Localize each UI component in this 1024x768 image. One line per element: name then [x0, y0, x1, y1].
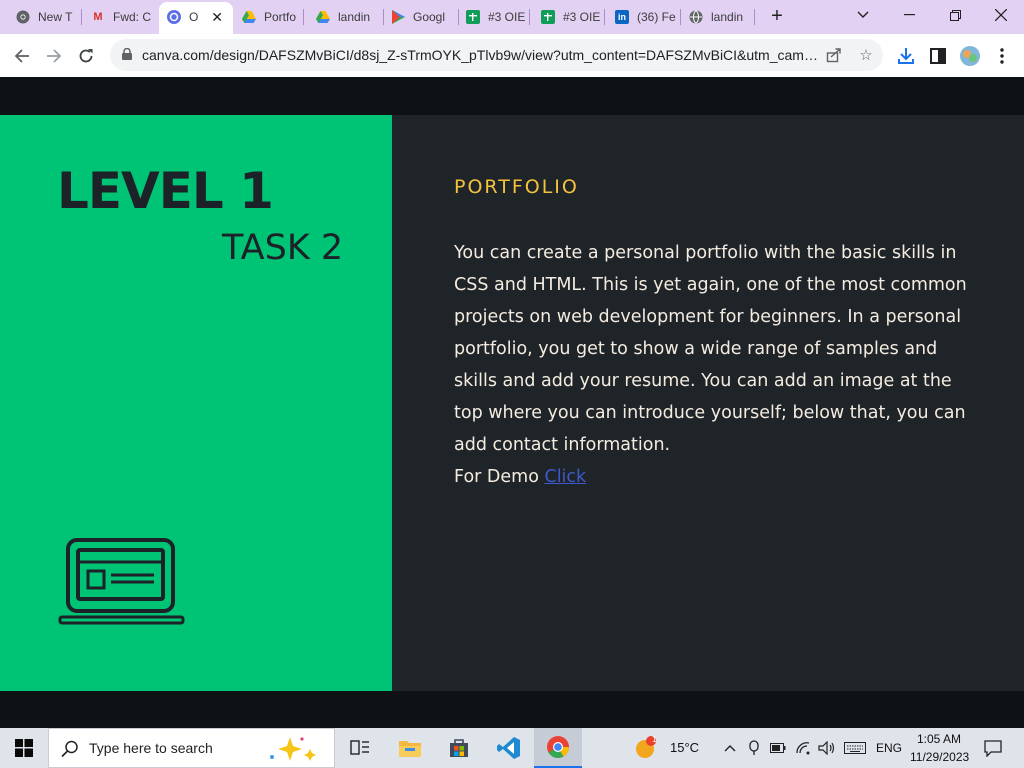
weather-icon[interactable]: [626, 728, 666, 768]
tab-label: landin: [711, 10, 744, 24]
menu-kebab-icon[interactable]: [990, 44, 1014, 68]
browser-toolbar: canva.com/design/DAFSZMvBiCI/d8sj_Z-sTrm…: [0, 34, 1024, 78]
demo-click-link[interactable]: Click: [544, 467, 586, 487]
lock-icon: [122, 48, 132, 60]
notifications-icon[interactable]: [978, 728, 1008, 768]
microsoft-store-icon[interactable]: [435, 728, 483, 768]
file-explorer-icon[interactable]: [386, 728, 434, 768]
section-title: PORTFOLIO: [454, 176, 579, 198]
address-bar[interactable]: canva.com/design/DAFSZMvBiCI/d8sj_Z-sTrm…: [110, 39, 883, 71]
linkedin-icon: in: [615, 10, 629, 24]
canva-icon: [167, 10, 181, 24]
tab-canva-active[interactable]: O ✕: [167, 6, 229, 28]
forward-button[interactable]: [41, 43, 67, 69]
search-highlight-icon: [270, 737, 316, 761]
show-hidden-icons-chevron[interactable]: [720, 728, 740, 768]
page-bottom-band: [0, 691, 1024, 728]
gmail-icon: M: [93, 11, 103, 23]
tab-label: Fwd: C: [113, 10, 152, 24]
demo-prefix: For Demo: [454, 467, 545, 487]
chrome-icon: [16, 10, 30, 24]
google-drive-icon: [316, 10, 330, 24]
tab-label: Googl: [413, 10, 446, 24]
tab-search-icon[interactable]: [840, 0, 886, 30]
tab-label: Portfo: [264, 10, 297, 24]
restore-button[interactable]: [932, 0, 978, 30]
tab-label: New T: [38, 10, 73, 24]
google-sheets-icon: [541, 10, 555, 24]
tab-gmail[interactable]: M Fwd: C: [91, 6, 155, 28]
back-button[interactable]: [9, 43, 35, 69]
clock-date[interactable]: 11/29/2023: [910, 750, 969, 764]
vscode-icon[interactable]: [485, 728, 533, 768]
wifi-icon[interactable]: [793, 728, 813, 768]
tab-label: (36) Fe: [637, 10, 676, 24]
tab-linkedin[interactable]: in (36) Fe: [615, 6, 681, 28]
tab-label: #3 OIE: [488, 10, 526, 24]
share-icon[interactable]: [824, 45, 844, 65]
search-icon: [61, 740, 78, 758]
demo-line: For Demo Click: [454, 461, 586, 493]
tab-new-tab[interactable]: New T: [16, 6, 82, 28]
tab-landing[interactable]: landin: [316, 6, 384, 28]
meet-now-icon[interactable]: [744, 728, 764, 768]
side-panel-icon[interactable]: [926, 44, 950, 68]
google-play-icon: [391, 10, 405, 24]
tab-sheets-2[interactable]: #3 OIE: [541, 6, 605, 28]
new-tab-button[interactable]: +: [766, 5, 788, 27]
google-drive-icon: [242, 10, 256, 24]
tab-label: #3 OIE: [563, 10, 601, 24]
battery-icon[interactable]: [768, 728, 788, 768]
tab-portfolio[interactable]: Portfo: [242, 6, 304, 28]
volume-icon[interactable]: [816, 728, 838, 768]
google-sheets-icon: [466, 10, 480, 24]
tab-strip: New T M Fwd: C O ✕ Portfo landin Googl #…: [0, 0, 1024, 34]
url-text[interactable]: canva.com/design/DAFSZMvBiCI/d8sj_Z-sTrm…: [142, 47, 822, 63]
tab-google-play[interactable]: Googl: [391, 6, 459, 28]
keyboard-icon[interactable]: [843, 728, 867, 768]
windows-start-button[interactable]: [0, 728, 48, 768]
level-heading: LEVEL 1: [57, 162, 274, 220]
clock-time[interactable]: 1:05 AM: [917, 732, 961, 746]
weather-temperature[interactable]: 15°C: [670, 740, 699, 755]
close-tab-icon[interactable]: ✕: [211, 9, 223, 26]
portfolio-description: You can create a personal portfolio with…: [454, 243, 967, 455]
download-icon[interactable]: [894, 44, 918, 68]
task-view-icon[interactable]: [336, 728, 384, 768]
laptop-icon: [58, 537, 186, 632]
chrome-taskbar-icon[interactable]: [534, 728, 582, 768]
minimize-button[interactable]: [886, 0, 932, 30]
reload-button[interactable]: [73, 43, 99, 69]
tab-label: landin: [338, 10, 371, 24]
bookmark-star-icon[interactable]: ☆: [856, 45, 876, 65]
search-placeholder: Type here to search: [89, 740, 213, 756]
profile-avatar[interactable]: [958, 44, 982, 68]
tab-landing-2[interactable]: landin: [689, 6, 755, 28]
close-window-button[interactable]: [978, 0, 1024, 30]
globe-icon: [689, 10, 703, 24]
task-heading: TASK 2: [222, 228, 344, 268]
taskbar-search-box[interactable]: Type here to search: [48, 728, 335, 768]
tab-label: O: [189, 10, 199, 24]
tab-sheets-1[interactable]: #3 OIE: [466, 6, 530, 28]
windows-taskbar: Type here to search 1 15°C ENG 1:05 AM 1…: [0, 728, 1024, 768]
weather-badge: 1: [652, 735, 657, 744]
page-top-band: [0, 77, 1024, 115]
language-indicator[interactable]: ENG: [876, 741, 902, 755]
